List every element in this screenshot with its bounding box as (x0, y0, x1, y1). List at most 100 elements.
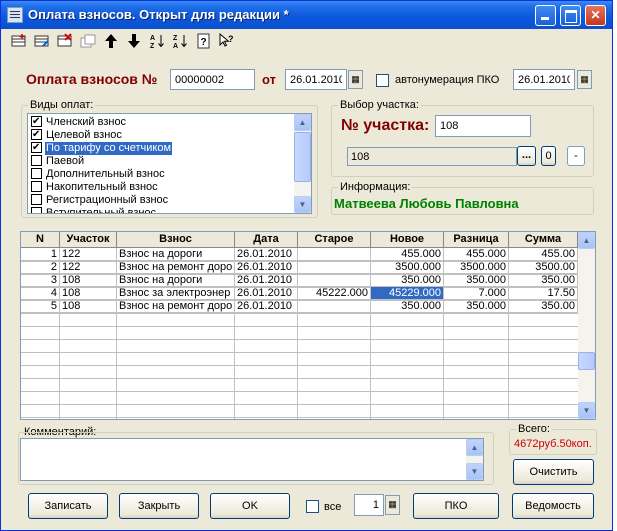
arrow-down-icon[interactable] (124, 33, 144, 53)
table-cell[interactable]: 350.000 (444, 274, 509, 287)
table-scroll-down-icon[interactable]: ▼ (578, 402, 595, 419)
payment-date-input[interactable] (285, 69, 347, 90)
table-cell[interactable]: 122 (60, 261, 117, 274)
payment-type-checkbox[interactable] (31, 181, 42, 192)
delete-record-icon[interactable] (55, 33, 75, 53)
table-cell[interactable]: 122 (60, 248, 117, 261)
table-cell[interactable]: 350.00 (509, 300, 578, 313)
comment-input[interactable]: ▲ ▼ (20, 438, 484, 481)
plot-combo[interactable] (347, 147, 517, 166)
column-header[interactable]: Новое (371, 232, 444, 248)
table-cell[interactable]: 4 (21, 287, 60, 300)
table-cell[interactable]: Взнос на ремонт доро (117, 300, 235, 313)
payment-type-checkbox[interactable] (31, 194, 42, 205)
payment-type-checkbox[interactable] (31, 115, 42, 128)
table-cell[interactable]: 455.000 (444, 248, 509, 261)
table-cell[interactable]: Взнос на дороги (117, 274, 235, 287)
payment-types-list[interactable]: Членский взносЦелевой взносПо тарифу со … (27, 113, 312, 214)
sort-asc-icon[interactable]: AZ (148, 33, 168, 53)
table-cell[interactable]: 26.01.2010 (235, 274, 298, 287)
payment-type-item[interactable]: Целевой взнос (30, 128, 292, 142)
table-cell[interactable]: 350.00 (509, 274, 578, 287)
table-cell[interactable]: 5 (21, 300, 60, 313)
autonumber-checkbox[interactable] (376, 74, 389, 87)
scroll-down-icon[interactable]: ▼ (294, 196, 311, 213)
statement-button[interactable]: Ведомость (512, 493, 594, 519)
payment-type-item[interactable]: Паевой (30, 155, 292, 168)
pko-calendar-icon[interactable]: ▦ (577, 70, 592, 89)
table-scrollbar[interactable]: ▲ ▼ (578, 232, 595, 419)
table-cell[interactable] (298, 300, 371, 313)
table-cell[interactable]: 45222.000 (298, 287, 371, 300)
pko-button[interactable]: ПКО (413, 493, 499, 519)
minimize-button[interactable] (535, 5, 556, 26)
comment-scroll-up-icon[interactable]: ▲ (466, 439, 483, 456)
edit-record-icon[interactable] (32, 33, 52, 53)
table-cell[interactable]: 350.000 (444, 300, 509, 313)
scroll-up-icon[interactable]: ▲ (294, 114, 311, 131)
table-cell[interactable]: 3 (21, 274, 60, 287)
payment-type-checkbox[interactable] (31, 207, 42, 213)
table-cell[interactable]: 7.000 (444, 287, 509, 300)
close-window-button[interactable]: ✕ (585, 5, 606, 26)
payment-types-scrollbar[interactable]: ▲ ▼ (294, 114, 311, 213)
comment-scrollbar[interactable]: ▲ ▼ (466, 439, 483, 480)
table-scroll-thumb[interactable] (578, 352, 595, 370)
close-button[interactable]: Закрыть (119, 493, 199, 519)
table-cell[interactable] (298, 274, 371, 287)
ok-button[interactable]: OK (210, 493, 290, 519)
table-cell[interactable]: 26.01.2010 (235, 300, 298, 313)
table-cell[interactable]: 455.00 (509, 248, 578, 261)
table-cell[interactable]: 26.01.2010 (235, 261, 298, 274)
copies-input[interactable] (354, 494, 384, 516)
table-cell[interactable]: 17.50 (509, 287, 578, 300)
payment-type-item[interactable]: Членский взнос (30, 115, 292, 129)
column-header[interactable]: Старое (298, 232, 371, 248)
plot-number-input[interactable] (435, 115, 531, 137)
payment-type-checkbox[interactable] (31, 155, 42, 166)
column-header[interactable]: Участок (60, 232, 117, 248)
arrow-up-icon[interactable] (101, 33, 121, 53)
payment-type-item[interactable]: Вступительный взнос (30, 207, 292, 213)
table-cell[interactable] (298, 261, 371, 274)
context-help-icon[interactable]: ? (217, 32, 237, 53)
table-cell[interactable]: 108 (60, 300, 117, 313)
comment-scroll-down-icon[interactable]: ▼ (466, 463, 483, 480)
zero-button[interactable]: 0 (541, 146, 556, 166)
table-cell[interactable] (298, 248, 371, 261)
column-header[interactable]: Разница (444, 232, 509, 248)
payment-type-item[interactable]: Дополнительный взнос (30, 168, 292, 181)
title-bar[interactable]: Оплата взносов. Открыт для редакции * ✕ (1, 1, 612, 29)
table-cell[interactable]: 350.000 (371, 300, 444, 313)
table-scroll-up-icon[interactable]: ▲ (578, 232, 595, 249)
browse-plot-button[interactable]: ... (517, 146, 536, 166)
payment-type-item[interactable]: По тарифу со счетчиком (30, 141, 292, 155)
column-header[interactable]: Дата (235, 232, 298, 248)
table-cell[interactable]: 2 (21, 261, 60, 274)
table-cell[interactable]: 26.01.2010 (235, 248, 298, 261)
table-cell[interactable]: 108 (60, 274, 117, 287)
scroll-thumb[interactable] (294, 132, 311, 182)
copies-picker-icon[interactable]: ▦ (385, 495, 400, 515)
table-cell[interactable]: Взнос за электроэнер (117, 287, 235, 300)
payment-type-item[interactable]: Накопительный взнос (30, 181, 292, 194)
table-cell[interactable]: 455.000 (371, 248, 444, 261)
payment-type-checkbox[interactable] (31, 128, 42, 141)
copy-record-icon[interactable] (78, 33, 98, 53)
table-cell[interactable]: Взнос на ремонт доро (117, 261, 235, 274)
table-cell[interactable]: 45229.000 (371, 287, 444, 300)
table-cell[interactable]: 26.01.2010 (235, 287, 298, 300)
help-icon[interactable]: ? (194, 33, 214, 53)
table-cell[interactable]: Взнос на дороги (117, 248, 235, 261)
table-cell[interactable]: 1 (21, 248, 60, 261)
payment-type-item[interactable]: Регистрационный взнос (30, 194, 292, 207)
payments-table[interactable]: N Участок Взнос Дата Старое Новое Разница Сумма… (20, 231, 596, 420)
payment-type-checkbox[interactable] (31, 168, 42, 179)
table-cell[interactable]: 108 (60, 287, 117, 300)
table-cell[interactable]: 3500.000 (371, 261, 444, 274)
column-header[interactable]: Сумма (509, 232, 578, 248)
column-header[interactable]: Взнос (117, 232, 235, 248)
payment-number-input[interactable] (170, 69, 255, 90)
table-cell[interactable]: 3500.000 (444, 261, 509, 274)
pko-date-input[interactable] (513, 69, 575, 90)
